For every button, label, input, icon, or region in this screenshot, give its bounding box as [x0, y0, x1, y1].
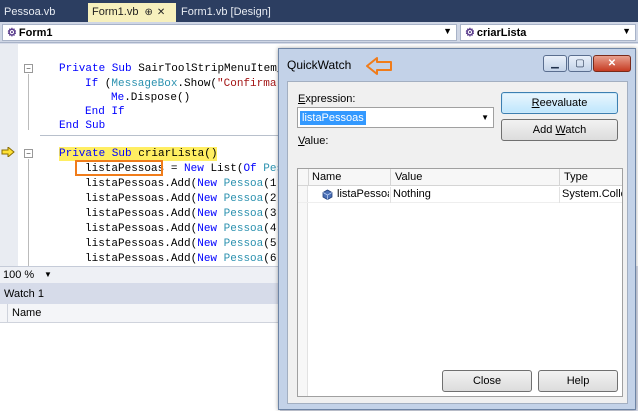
class-icon: ⚙	[7, 27, 17, 39]
pin-icon[interactable]: ⊕	[144, 7, 152, 18]
chevron-down-icon[interactable]: ▼	[44, 270, 52, 279]
code-line: Private Sub SairToolStripMenuItem_C	[59, 63, 291, 75]
chevron-down-icon[interactable]: ▼	[443, 26, 452, 36]
close-tab-icon[interactable]: ✕	[157, 7, 165, 18]
highlight-box	[75, 160, 163, 176]
chevron-down-icon[interactable]: ▼	[481, 113, 489, 122]
method-separator	[40, 135, 280, 136]
code-line: Me.Dispose()	[111, 92, 191, 104]
outline-collapse-icon[interactable]: −	[24, 64, 33, 73]
orange-arrow-icon	[366, 57, 392, 75]
minimize-button[interactable]: ▁	[543, 55, 567, 72]
current-statement-line: Private Sub criarLista()	[59, 147, 218, 161]
watch-panel-title: Watch 1	[0, 284, 280, 304]
help-button[interactable]: Help	[538, 370, 618, 392]
class-combo[interactable]: ⚙ Form1 ▼	[2, 24, 457, 41]
navigation-bar: ⚙ Form1 ▼ ⚙ criarLista ▼	[0, 22, 638, 43]
method-combo[interactable]: ⚙ criarLista ▼	[460, 24, 636, 41]
code-line: End Sub	[59, 120, 106, 132]
zoom-level[interactable]: 100 %	[3, 269, 34, 281]
table-row[interactable]: listaPessoas Nothing System.Collections.…	[298, 187, 622, 203]
tab-form1-design[interactable]: Form1.vb [Design]	[177, 3, 275, 22]
outline-collapse-icon[interactable]: −	[24, 149, 33, 158]
object-icon	[322, 189, 333, 200]
code-line: listaPessoas.Add(New Pessoa(6,	[85, 253, 284, 265]
expression-input[interactable]: listaPessoas ▼	[297, 107, 494, 128]
maximize-button[interactable]: ▢	[568, 55, 592, 72]
zoom-bar: 100 % ▼	[0, 266, 280, 283]
code-line: listaPessoas.Add(New Pessoa(5,	[85, 238, 284, 250]
watch-column-header: Name	[0, 304, 280, 323]
grid-header: Name Value Type	[298, 169, 622, 186]
dialog-content: Expression: listaPessoas ▼ Value: Reeval…	[287, 81, 628, 404]
code-line: listaPessoas.Add(New Pessoa(1,	[85, 178, 284, 190]
close-window-button[interactable]: ✕	[593, 55, 631, 72]
dialog-title: QuickWatch	[287, 58, 352, 72]
code-line: listaPessoas.Add(New Pessoa(4,	[85, 223, 284, 235]
value-label: Value:	[298, 135, 329, 147]
method-icon: ⚙	[465, 27, 475, 39]
document-tab-strip: Pessoa.vb Form1.vb ⊕ ✕ Form1.vb [Design]	[0, 0, 638, 22]
chevron-down-icon[interactable]: ▼	[622, 26, 631, 36]
value-grid[interactable]: Name Value Type listaPessoas Nothing Sys…	[297, 168, 623, 397]
code-line: If (MessageBox.Show("Confirma c	[85, 78, 290, 90]
current-statement-arrow-icon	[1, 147, 15, 157]
tab-form1-vb[interactable]: Form1.vb ⊕ ✕	[88, 3, 176, 22]
quickwatch-dialog: QuickWatch ▁ ▢ ✕ Expression: listaPessoa…	[278, 48, 636, 410]
expression-label: Expression:	[298, 93, 356, 105]
tab-pessoa-vb[interactable]: Pessoa.vb	[0, 3, 59, 22]
code-line: listaPessoas.Add(New Pessoa(2,	[85, 193, 284, 205]
close-button[interactable]: Close	[442, 370, 532, 392]
code-line: listaPessoas.Add(New Pessoa(3,	[85, 208, 284, 220]
add-watch-button[interactable]: Add Watch	[501, 119, 618, 141]
watch-list[interactable]	[0, 323, 280, 411]
reevaluate-button[interactable]: Reevaluate	[501, 92, 618, 114]
code-line: End If	[85, 106, 125, 118]
